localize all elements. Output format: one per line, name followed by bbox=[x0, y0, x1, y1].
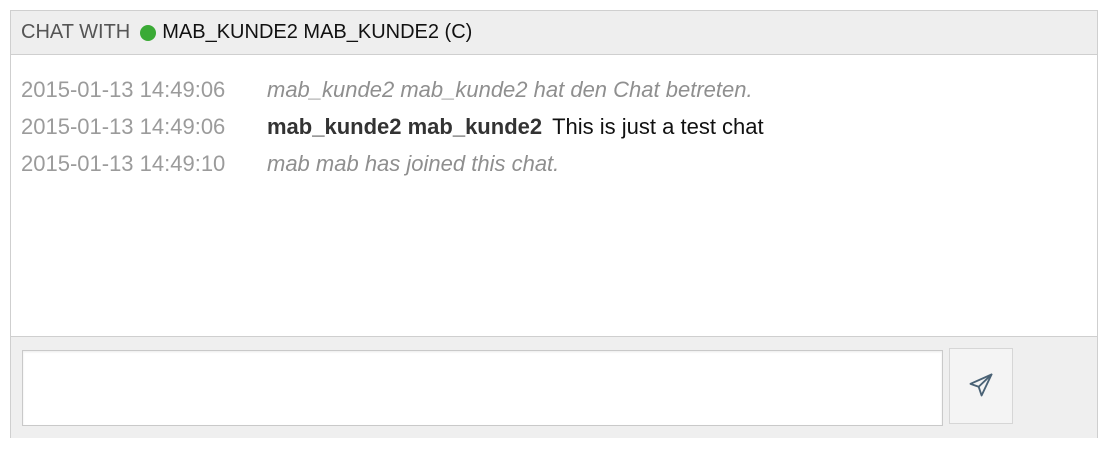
chat-header: CHAT WITH MAB_KUNDE2 MAB_KUNDE2 (C) bbox=[11, 11, 1097, 55]
chat-header-prefix: CHAT WITH bbox=[21, 21, 131, 43]
message-input[interactable] bbox=[22, 350, 943, 426]
message-list: 2015-01-13 14:49:06 mab_kunde2 mab_kunde… bbox=[11, 55, 1097, 337]
chat-window: CHAT WITH MAB_KUNDE2 MAB_KUNDE2 (C) 2015… bbox=[10, 10, 1098, 438]
message-author: mab_kunde2 mab_kunde2 bbox=[267, 113, 543, 139]
message-timestamp: 2015-01-13 14:49:10 bbox=[21, 150, 226, 176]
message-row: 2015-01-13 14:49:10 mab mab has joined t… bbox=[21, 145, 1097, 182]
send-button[interactable] bbox=[949, 348, 1013, 424]
message-text: This is just a test chat bbox=[552, 113, 764, 139]
message-timestamp: 2015-01-13 14:49:06 bbox=[21, 113, 226, 139]
chat-composer bbox=[11, 337, 1097, 438]
message-row: 2015-01-13 14:49:06 mab_kunde2 mab_kunde… bbox=[21, 108, 1097, 145]
online-status-icon bbox=[140, 24, 157, 41]
message-timestamp: 2015-01-13 14:49:06 bbox=[21, 76, 226, 102]
paper-plane-icon bbox=[967, 371, 995, 402]
system-message-text: mab_kunde2 mab_kunde2 hat den Chat betre… bbox=[267, 76, 753, 102]
system-message-text: mab mab has joined this chat. bbox=[267, 150, 560, 176]
message-row: 2015-01-13 14:49:06 mab_kunde2 mab_kunde… bbox=[21, 71, 1097, 108]
chat-partner-name: MAB_KUNDE2 MAB_KUNDE2 (C) bbox=[162, 21, 473, 43]
